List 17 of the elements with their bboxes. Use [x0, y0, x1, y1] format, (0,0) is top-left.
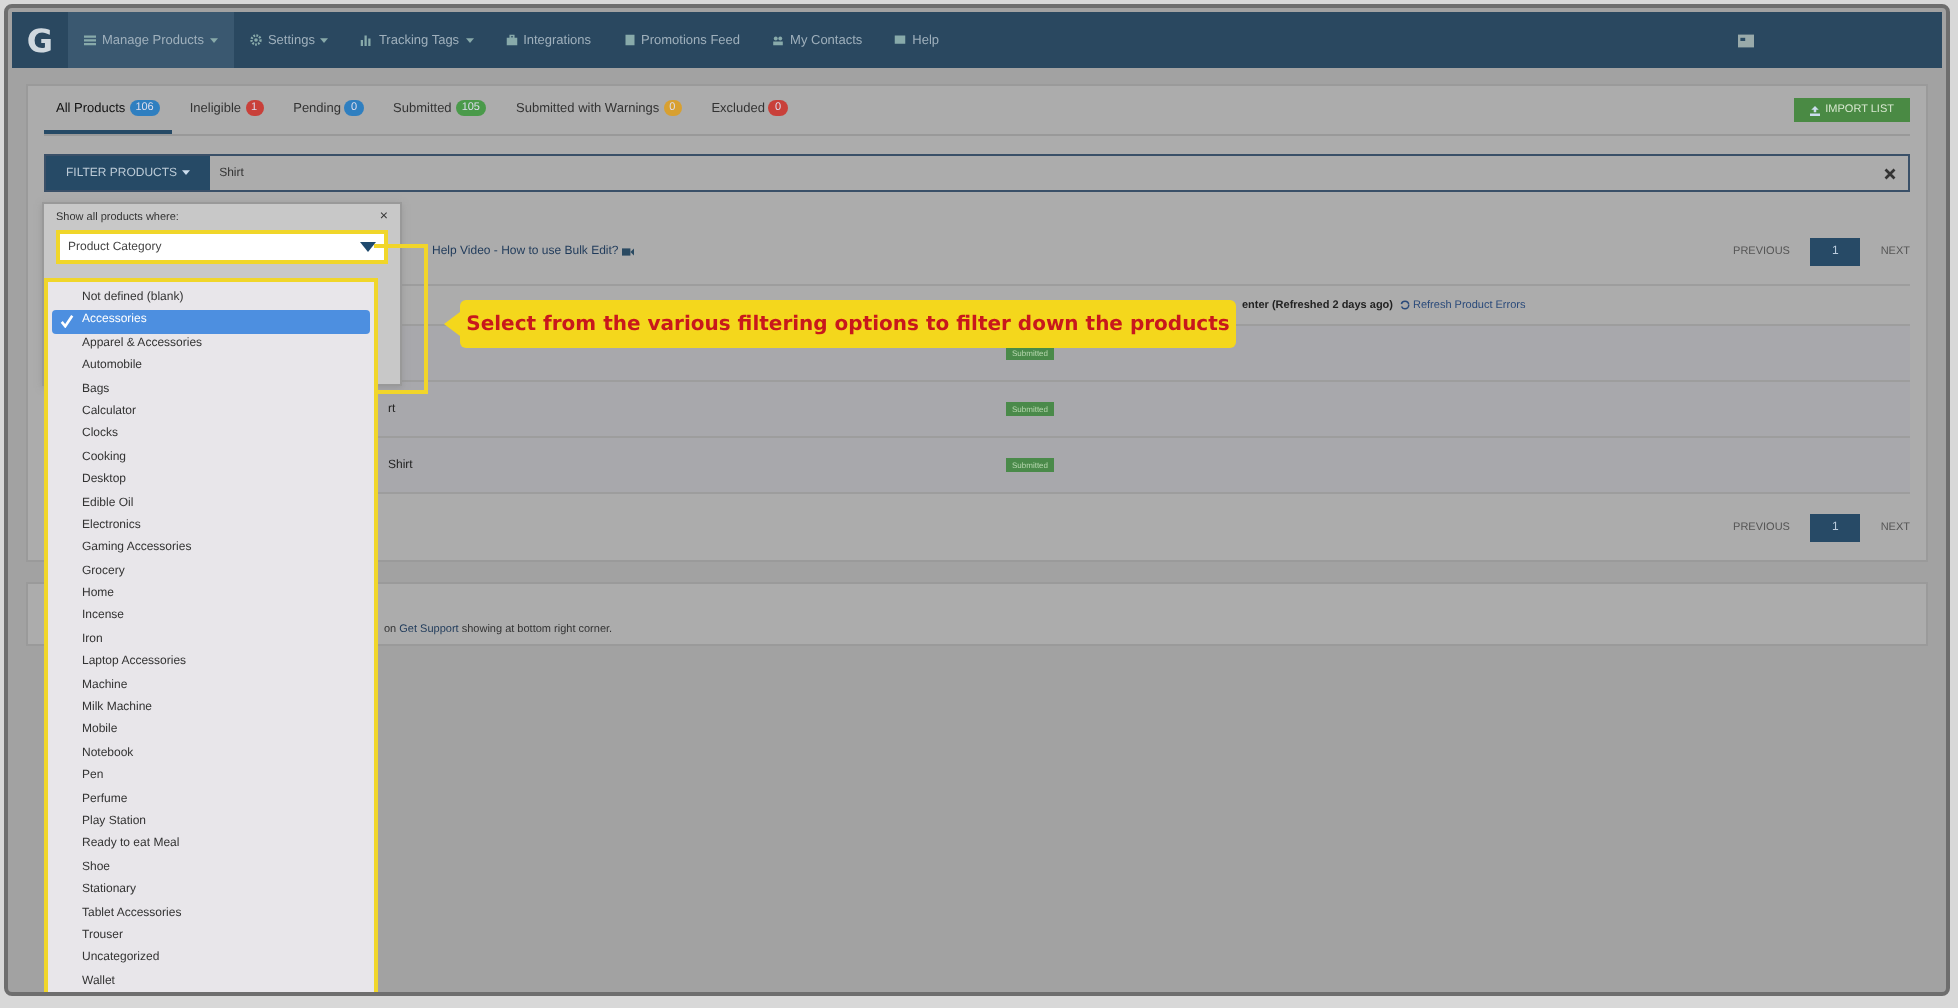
video-camera-icon: [622, 248, 635, 256]
bar-chart-icon: [360, 34, 373, 46]
logo[interactable]: G: [12, 21, 68, 59]
users-icon: [772, 34, 785, 46]
document-icon: [623, 34, 636, 46]
list-icon: [84, 34, 96, 46]
caret-icon: [360, 242, 376, 252]
refresh-icon: [1399, 300, 1409, 310]
caret-icon: [181, 170, 190, 176]
chat-icon: [894, 34, 907, 46]
briefcase-icon: [505, 34, 518, 46]
gear-icon: [249, 34, 262, 46]
close-icon[interactable]: [1884, 167, 1896, 179]
id-card-icon[interactable]: [1738, 33, 1754, 47]
upload-icon: [1809, 105, 1820, 115]
checkmark-icon: [60, 314, 74, 329]
callout-pointer: [444, 312, 460, 336]
